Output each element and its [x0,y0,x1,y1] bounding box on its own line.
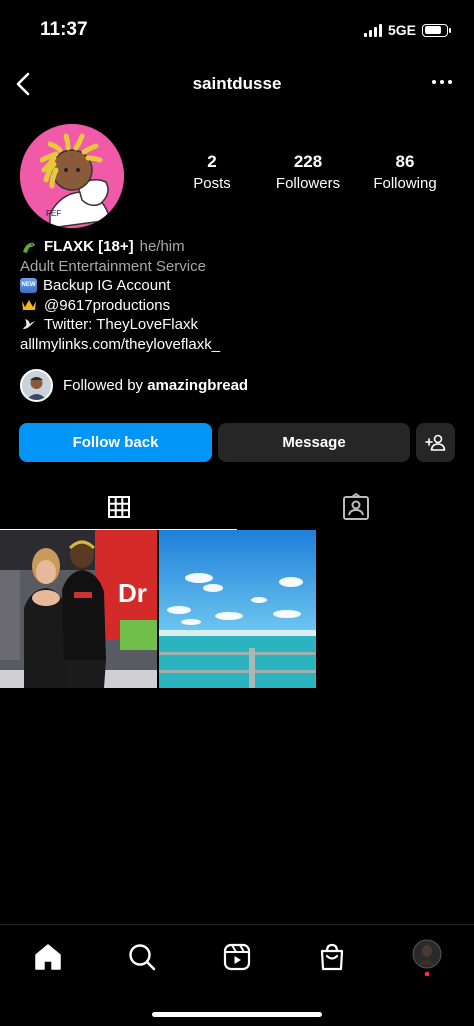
more-options-button[interactable] [432,80,452,84]
post-image: Dr [0,530,157,688]
profile-tabs [0,484,474,530]
follower-avatar [20,369,53,402]
profile-username: saintdusse [192,74,282,93]
bio-line: @9617productions [20,296,220,316]
followers-label: Followers [275,175,341,192]
bio-line-text[interactable]: @9617productions [44,296,170,316]
bio-category-line: Adult Entertainment Service [20,257,220,277]
profile-bio: FLAXK [18+] he/him Adult Entertainment S… [20,237,220,354]
followers-count[interactable]: 228 Followers [253,152,363,192]
nav-search[interactable] [124,939,160,975]
pronouns: he/him [139,238,185,255]
suggested-users-button[interactable] [416,423,455,462]
post-image [159,530,316,688]
nav-reels[interactable] [219,939,255,975]
status-bar: 11:37 5GE [0,0,474,60]
posts-count[interactable]: 2 Posts [157,152,267,192]
bio-link-line: alllmylinks.com/theyloveflaxk_ [20,335,220,355]
followed-by-name: amazingbread [147,377,249,394]
svg-text:Dr: Dr [118,578,147,608]
dragon-icon [20,239,38,255]
display-name: FLAXK [18+] [44,238,134,255]
profile-avatar-icon [412,939,442,977]
bio-line: Twitter: TheyLoveFlaxk [20,315,220,335]
avatar-illustration: FEF [20,124,124,228]
signal-icon [363,23,382,37]
posts-label: Posts [193,175,231,192]
shop-icon [320,943,344,971]
tab-tagged[interactable] [237,484,474,530]
battery-icon [422,23,451,37]
profile-header: saintdusse [0,62,474,106]
following-count[interactable]: 86 Following [350,152,460,192]
search-icon [129,944,156,971]
network-label: 5GE [387,22,416,38]
home-icon [35,944,61,970]
home-indicator [152,1012,322,1017]
bio-line-text: Backup IG Account [43,277,171,294]
bio-line: NEW Backup IG Account [20,276,220,296]
svg-text:FEF: FEF [46,209,61,218]
message-button[interactable]: Message [218,423,410,462]
dove-icon [20,317,38,333]
status-time: 11:37 [40,19,88,40]
more-horizontal-icon [432,80,436,84]
crown-icon [20,297,38,313]
followed-by-prefix: Followed by [63,377,148,394]
followers-value: 228 [293,152,323,171]
profile-avatar[interactable]: FEF [20,124,124,228]
followed-by[interactable]: Followed by amazingbread [20,369,248,402]
add-person-icon [424,434,445,451]
nav-home[interactable] [30,939,66,975]
bio-line-text: Twitter: TheyLoveFlaxk [44,316,198,333]
post-thumbnail[interactable]: Dr [0,530,157,688]
reels-icon [223,943,251,971]
profile-category: Adult Entertainment Service [20,257,206,275]
bottom-nav [0,924,474,1026]
follow-back-button[interactable]: Follow back [19,423,212,462]
following-value: 86 [395,152,415,171]
tagged-icon [342,493,369,520]
post-thumbnail[interactable] [159,530,316,688]
nav-profile[interactable] [409,939,445,977]
new-badge-icon: NEW [20,278,37,294]
bio-link[interactable]: alllmylinks.com/theyloveflaxk_ [20,335,220,355]
tab-posts-grid[interactable] [0,484,237,530]
posts-value: 2 [207,152,217,171]
status-indicators: 5GE [363,22,451,38]
bio-name-line: FLAXK [18+] he/him [20,237,220,257]
grid-icon [107,496,130,518]
following-label: Following [373,175,437,192]
nav-shop[interactable] [314,939,350,975]
followed-by-text: Followed by amazingbread [63,377,248,394]
